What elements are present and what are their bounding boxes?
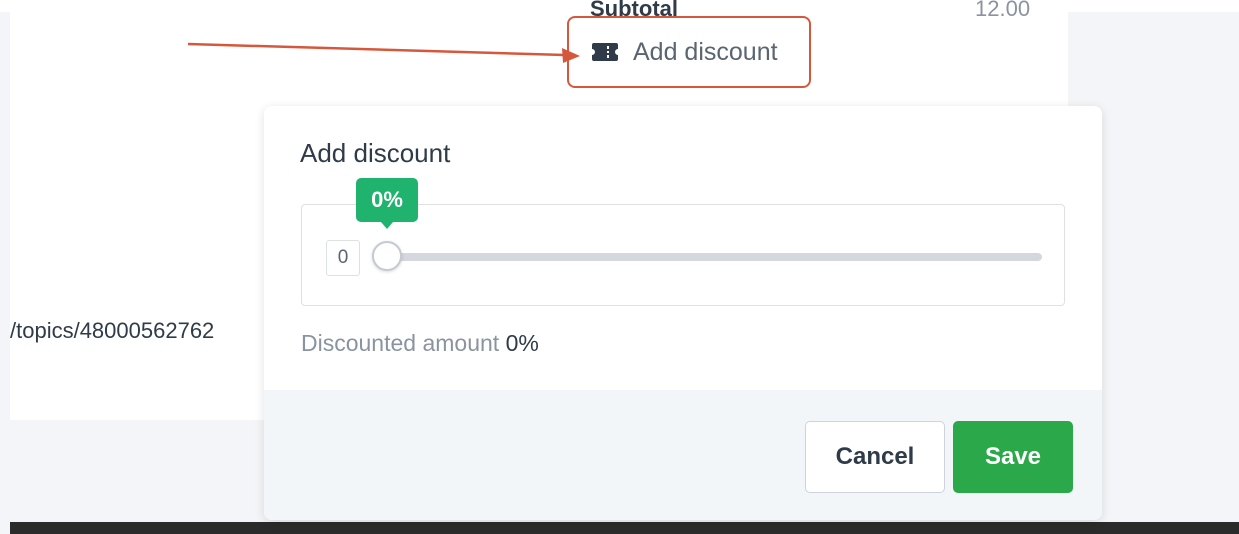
save-button[interactable]: Save: [953, 421, 1073, 493]
discount-slider-track[interactable]: [382, 253, 1042, 261]
discount-value-input[interactable]: 0: [326, 240, 360, 276]
cancel-button[interactable]: Cancel: [805, 421, 945, 493]
bottom-bar: [10, 522, 1239, 534]
topics-url-text: /topics/48000562762: [10, 318, 215, 343]
modal-body: Add discount 0 0% Discounted amount 0%: [264, 106, 1102, 390]
slider-value-tooltip: 0%: [356, 178, 418, 229]
add-discount-link-label: Add discount: [633, 37, 778, 66]
annotation-arrow: [187, 42, 580, 63]
discount-slider-thumb[interactable]: [372, 241, 402, 271]
modal-footer: Cancel Save: [264, 390, 1102, 520]
add-discount-link[interactable]: Add discount: [567, 16, 811, 88]
subtotal-value: 12.00: [975, 0, 1031, 21]
discounted-amount: Discounted amount 0%: [301, 330, 539, 357]
discounted-amount-value: 0%: [505, 330, 539, 356]
modal-title: Add discount: [300, 138, 451, 168]
add-discount-modal: Add discount 0 0% Discounted amount 0% C…: [264, 106, 1102, 520]
ticket-icon: [591, 41, 619, 63]
discounted-amount-label: Discounted amount: [301, 330, 500, 356]
